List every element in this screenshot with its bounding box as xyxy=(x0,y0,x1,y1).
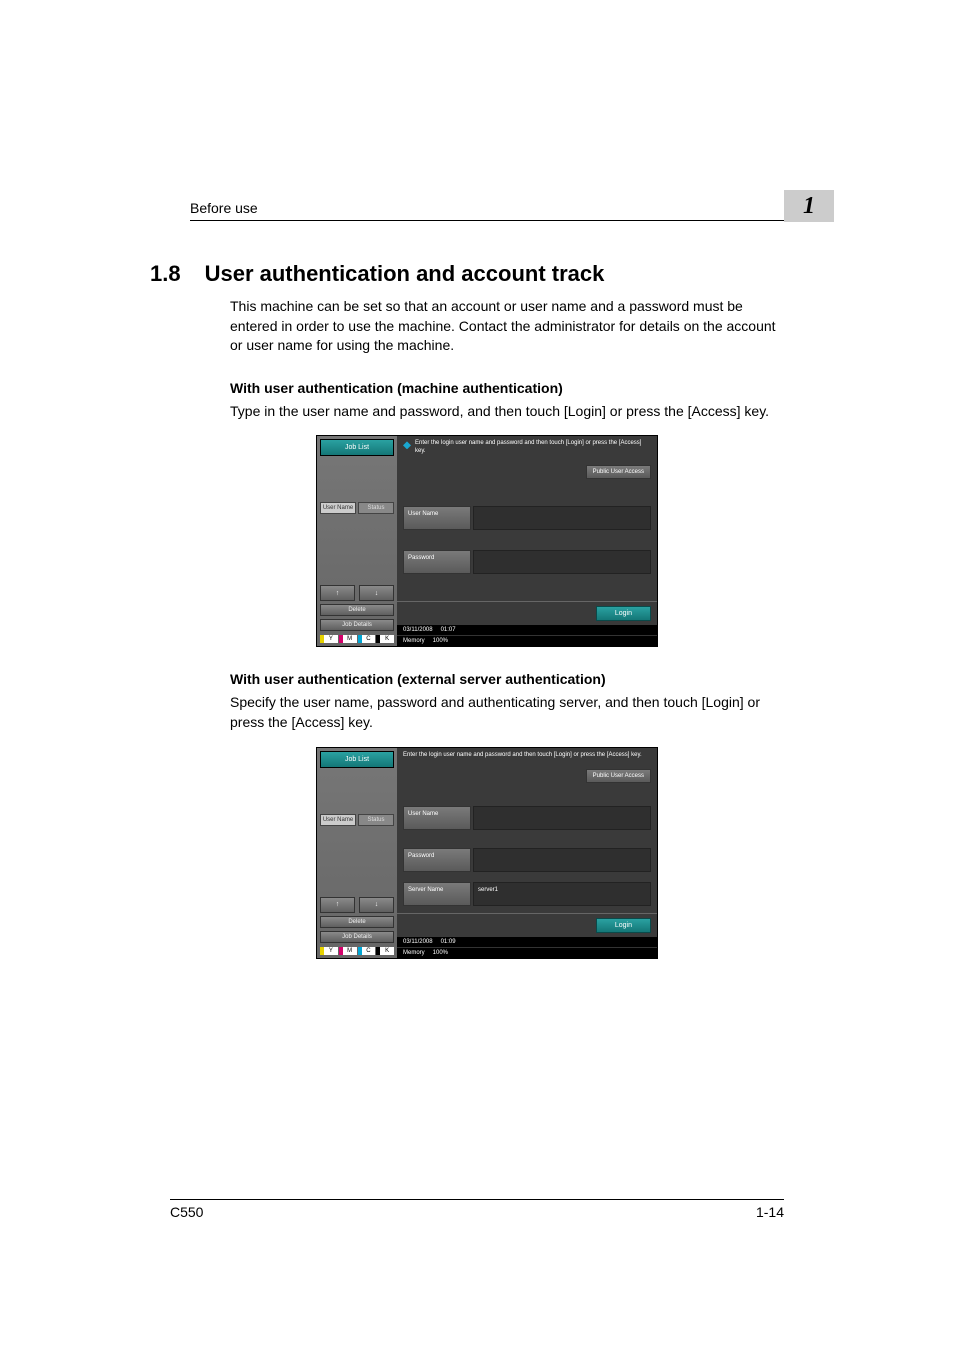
delete-button[interactable]: Delete xyxy=(320,604,394,616)
section-heading: 1.8 User authentication and account trac… xyxy=(150,261,784,287)
intro-paragraph: This machine can be set so that an accou… xyxy=(230,297,784,356)
toner-c-icon: C xyxy=(358,947,376,955)
server-name-button[interactable]: Server Name xyxy=(403,882,471,906)
status-memory-value: 100% xyxy=(433,950,448,956)
status-date: 03/11/2008 xyxy=(403,627,433,633)
job-list-button[interactable]: Job List xyxy=(320,439,394,456)
footer-model: C550 xyxy=(170,1204,203,1220)
toner-k-icon: K xyxy=(376,947,394,955)
password-button[interactable]: Password xyxy=(403,848,471,872)
login-button[interactable]: Login xyxy=(596,606,651,621)
chapter-number-badge: 1 xyxy=(784,190,834,222)
arrow-up-button[interactable]: ↑ xyxy=(320,897,355,913)
toner-c-icon: C xyxy=(358,635,376,643)
tab-status[interactable]: Status xyxy=(358,502,394,514)
user-name-input[interactable] xyxy=(473,806,651,830)
footer-page: 1-14 xyxy=(756,1204,784,1220)
tab-user-name[interactable]: User Name xyxy=(320,502,356,514)
status-memory-value: 100% xyxy=(433,638,448,644)
section-title: User authentication and account track xyxy=(205,261,605,287)
instruction-message: Enter the login user name and password a… xyxy=(415,440,651,454)
status-memory-label: Memory xyxy=(403,638,425,644)
info-icon xyxy=(403,441,411,449)
tab-status[interactable]: Status xyxy=(358,814,394,826)
toner-m-icon: M xyxy=(339,947,357,955)
chapter-number: 1 xyxy=(803,193,815,220)
job-list-button[interactable]: Job List xyxy=(320,751,394,768)
page-header-label: Before use xyxy=(190,200,258,216)
subheading-machine-auth: With user authentication (machine authen… xyxy=(230,380,784,396)
status-date: 03/11/2008 xyxy=(403,939,433,945)
job-details-button[interactable]: Job Details xyxy=(320,619,394,631)
toner-k-icon: K xyxy=(376,635,394,643)
toner-y-icon: Y xyxy=(320,947,338,955)
section-number: 1.8 xyxy=(150,261,181,287)
instruction-message: Enter the login user name and password a… xyxy=(403,752,642,759)
user-name-button[interactable]: User Name xyxy=(403,806,471,830)
tab-user-name[interactable]: User Name xyxy=(320,814,356,826)
toner-y-icon: Y xyxy=(320,635,338,643)
public-user-access-button[interactable]: Public User Access xyxy=(586,769,651,783)
user-name-input[interactable] xyxy=(473,506,651,530)
server-name-value[interactable]: server1 xyxy=(473,882,651,906)
paragraph-machine-auth: Type in the user name and password, and … xyxy=(230,402,784,422)
status-time: 01:07 xyxy=(441,627,456,633)
login-screenshot-machine: Job List User Name Status ↑ ↓ Delete Job… xyxy=(316,435,658,647)
status-memory-label: Memory xyxy=(403,950,425,956)
login-button[interactable]: Login xyxy=(596,918,651,933)
arrow-down-button[interactable]: ↓ xyxy=(359,897,394,913)
password-input[interactable] xyxy=(473,550,651,574)
status-time: 01:09 xyxy=(441,939,456,945)
delete-button[interactable]: Delete xyxy=(320,916,394,928)
paragraph-external-auth: Specify the user name, password and auth… xyxy=(230,693,784,732)
password-button[interactable]: Password xyxy=(403,550,471,574)
job-details-button[interactable]: Job Details xyxy=(320,931,394,943)
arrow-down-button[interactable]: ↓ xyxy=(359,585,394,601)
public-user-access-button[interactable]: Public User Access xyxy=(586,465,651,479)
subheading-external-auth: With user authentication (external serve… xyxy=(230,671,784,687)
arrow-up-button[interactable]: ↑ xyxy=(320,585,355,601)
password-input[interactable] xyxy=(473,848,651,872)
login-screenshot-external: Job List User Name Status ↑ ↓ Delete Job… xyxy=(316,747,658,959)
toner-m-icon: M xyxy=(339,635,357,643)
user-name-button[interactable]: User Name xyxy=(403,506,471,530)
